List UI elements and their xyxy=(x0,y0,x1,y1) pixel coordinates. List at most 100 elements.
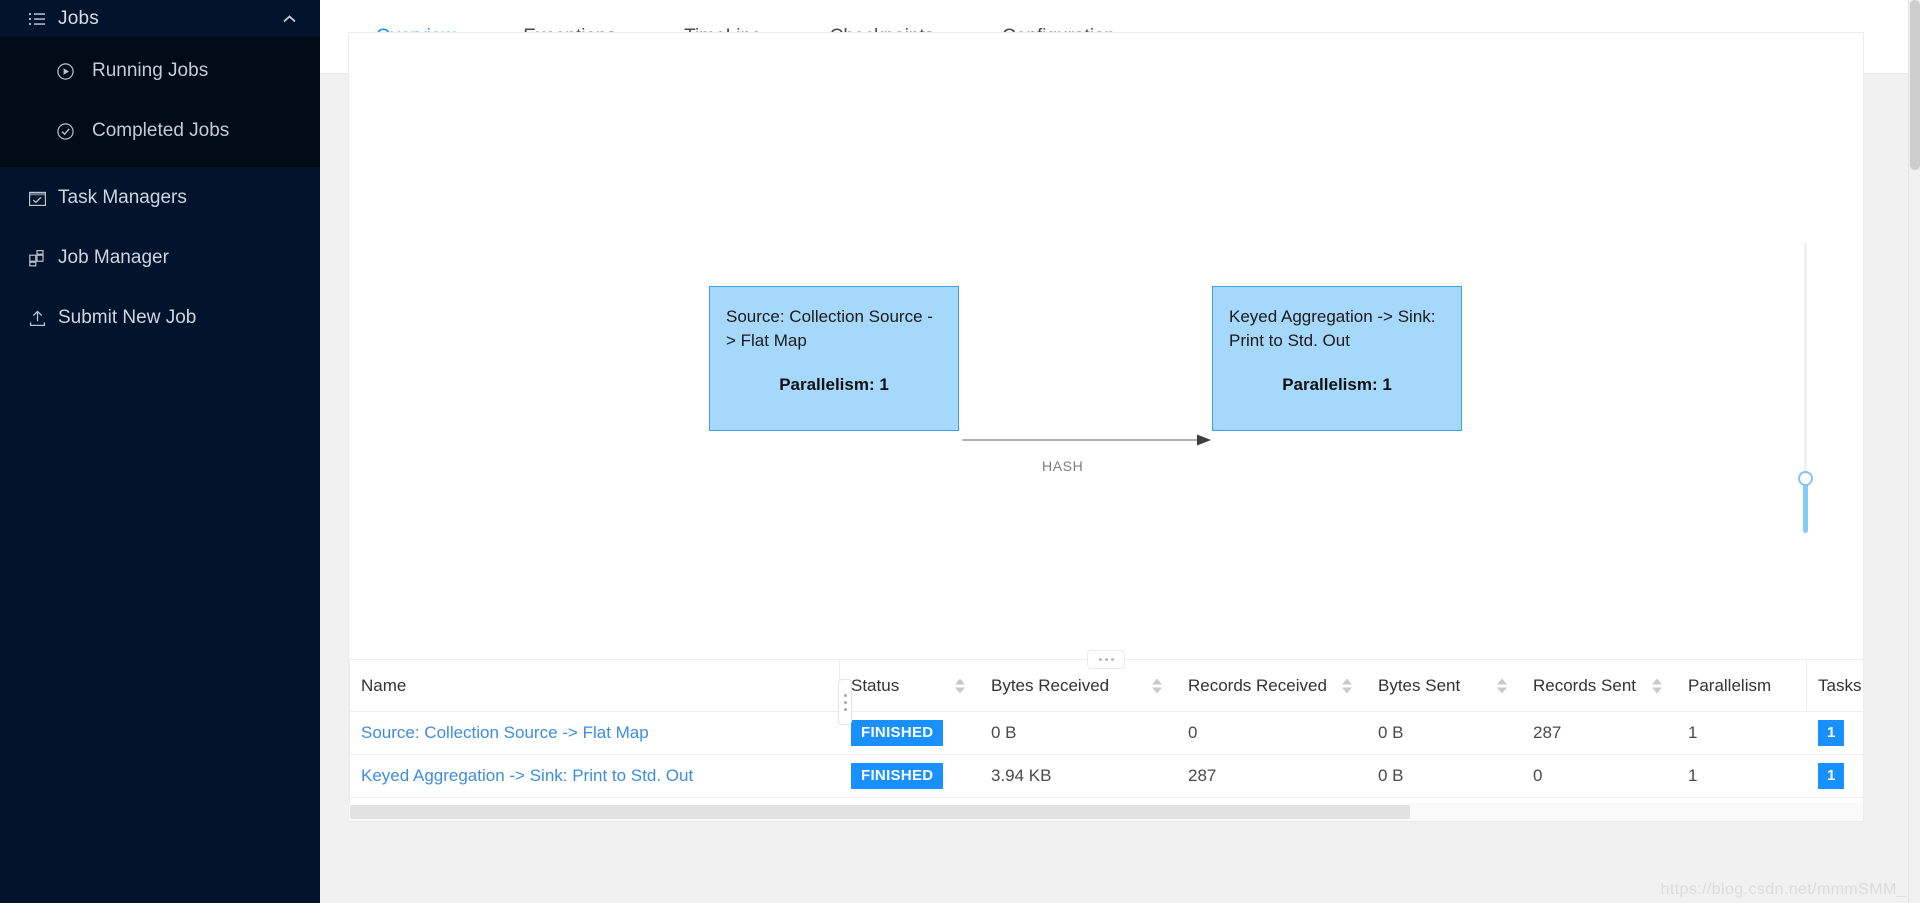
play-circle-icon xyxy=(56,62,92,81)
dot-icon xyxy=(843,693,847,697)
sidebar-item-label: Submit New Job xyxy=(58,307,197,328)
cell-name: Source: Collection Source -> Flat Map xyxy=(349,711,839,755)
overview-card: Source: Collection Source -> Flat Map Pa… xyxy=(348,32,1864,822)
column-header-bytes-sent[interactable]: Bytes Sent xyxy=(1366,659,1521,712)
grid-icon xyxy=(28,249,58,268)
column-header-records-received[interactable]: Records Received xyxy=(1176,659,1366,712)
edge-label-hash: HASH xyxy=(1042,458,1084,474)
cell-records-received: 287 xyxy=(1176,754,1366,798)
job-graph-node[interactable]: Keyed Aggregation -> Sink: Print to Std.… xyxy=(1212,286,1462,431)
main-content: Overview Exceptions TimeLine Checkpoints… xyxy=(320,0,1920,903)
status-badge: FINISHED xyxy=(851,763,944,789)
sort-toggle[interactable] xyxy=(1342,678,1352,693)
sort-toggle[interactable] xyxy=(1497,678,1507,693)
sidebar-item-running-jobs[interactable]: Running Jobs xyxy=(0,41,320,101)
sidebar-item-job-manager[interactable]: Job Manager xyxy=(0,228,320,288)
dot-icon xyxy=(843,700,847,704)
cell-bytes-received: 0 B xyxy=(979,711,1176,755)
table-row[interactable]: Keyed Aggregation -> Sink: Print to Std.… xyxy=(349,659,1863,821)
scrollbar-thumb[interactable] xyxy=(1910,0,1920,170)
caret-down-icon xyxy=(1497,687,1507,693)
column-label: Bytes Received xyxy=(991,675,1110,695)
upload-icon xyxy=(28,309,58,328)
column-divider xyxy=(1806,660,1807,711)
cell-tasks: 1 xyxy=(349,659,1863,821)
sidebar: Jobs Running Jobs Completed Jobs Task Ma… xyxy=(0,0,320,903)
cell-records-received: 0 xyxy=(1176,711,1366,755)
dot-icon xyxy=(1110,658,1114,661)
task-count-badge: 1 xyxy=(1818,763,1845,789)
status-badge: FINISHED xyxy=(851,720,944,746)
column-label: Bytes Sent xyxy=(1378,675,1461,695)
caret-down-icon xyxy=(955,687,965,693)
caret-up-icon xyxy=(1342,678,1352,684)
column-label: Status xyxy=(851,675,900,695)
sidebar-item-task-managers[interactable]: Task Managers xyxy=(0,168,320,228)
cell-records-sent: 0 xyxy=(1521,754,1676,798)
sidebar-item-label: Task Managers xyxy=(58,187,187,208)
column-label: Name xyxy=(361,675,407,695)
chevron-up-icon[interactable] xyxy=(280,14,298,24)
scrollbar-thumb[interactable] xyxy=(350,805,1410,819)
panel-resize-handle[interactable] xyxy=(1087,650,1125,669)
sort-toggle[interactable] xyxy=(1652,678,1662,693)
dot-icon xyxy=(1104,658,1108,661)
list-icon xyxy=(28,10,58,28)
cell-bytes-sent: 0 B xyxy=(1366,711,1521,755)
table-row[interactable]: Source: Collection Source -> Flat Map FI… xyxy=(349,659,1863,821)
vertices-table: Name Status Bytes Received Records Recei… xyxy=(349,659,1863,821)
slider-fill xyxy=(1803,481,1808,533)
job-graph-edges xyxy=(962,434,1211,446)
sidebar-item-label: Job Manager xyxy=(58,247,169,268)
caret-down-icon xyxy=(1652,687,1662,693)
cell-records-sent: 287 xyxy=(1521,711,1676,755)
watermark: https://blog.csdn.net/mmmSMM_ xyxy=(1660,881,1906,898)
column-header-status[interactable]: Status xyxy=(839,659,979,712)
cell-status: FINISHED xyxy=(349,659,979,821)
cell-bytes-received: 3.94 KB xyxy=(979,754,1176,798)
cell-parallelism: 1 xyxy=(1676,711,1806,755)
column-header-name[interactable]: Name xyxy=(349,659,839,712)
task-count-badge: 1 xyxy=(1818,720,1845,746)
table-horizontal-scrollbar[interactable] xyxy=(349,803,1863,821)
slider-knob[interactable] xyxy=(1798,471,1813,486)
sidebar-item-submit-new-job[interactable]: Submit New Job xyxy=(0,288,320,348)
job-graph-node[interactable]: Source: Collection Source -> Flat Map Pa… xyxy=(709,286,959,431)
sidebar-subnav: Running Jobs Completed Jobs xyxy=(0,37,320,167)
column-label: Tasks xyxy=(1818,675,1862,695)
sort-toggle[interactable] xyxy=(1152,678,1162,693)
page-scrollbar[interactable] xyxy=(1908,0,1920,903)
cell-status: FINISHED xyxy=(349,659,979,821)
column-label: Parallelism xyxy=(1688,675,1772,695)
flink-dashboard: Jobs Running Jobs Completed Jobs Task Ma… xyxy=(0,0,1920,903)
sidebar-group-jobs[interactable]: Jobs xyxy=(0,0,320,37)
cell-tasks: 1 xyxy=(349,659,1863,821)
caret-up-icon xyxy=(1652,678,1662,684)
node-title: Keyed Aggregation -> Sink: Print to Std.… xyxy=(1229,307,1436,351)
caret-up-icon xyxy=(1152,678,1162,684)
graph-zoom-slider[interactable] xyxy=(1797,243,1813,533)
node-parallelism: Parallelism: 1 xyxy=(1282,375,1392,395)
node-title: Source: Collection Source -> Flat Map xyxy=(726,307,933,351)
caret-down-icon xyxy=(1342,687,1352,693)
column-header-records-sent[interactable]: Records Sent xyxy=(1521,659,1676,712)
vertex-link[interactable]: Keyed Aggregation -> Sink: Print to Std.… xyxy=(361,766,693,785)
node-parallelism: Parallelism: 1 xyxy=(779,375,889,395)
column-resize-grip[interactable] xyxy=(838,679,852,725)
job-graph[interactable]: Source: Collection Source -> Flat Map Pa… xyxy=(349,33,1863,659)
cell-bytes-sent: 0 B xyxy=(1366,754,1521,798)
caret-up-icon xyxy=(1497,678,1507,684)
sidebar-item-label: Completed Jobs xyxy=(92,120,230,141)
column-header-tasks[interactable]: Tasks xyxy=(1806,659,1863,712)
sidebar-item-completed-jobs[interactable]: Completed Jobs xyxy=(0,101,320,161)
dot-icon xyxy=(1098,658,1102,661)
cell-parallelism: 1 xyxy=(1676,754,1806,798)
sort-toggle[interactable] xyxy=(955,678,965,693)
vertex-link[interactable]: Source: Collection Source -> Flat Map xyxy=(361,723,649,742)
column-header-bytes-received[interactable]: Bytes Received xyxy=(979,659,1176,712)
caret-down-icon xyxy=(1152,687,1162,693)
column-header-parallelism[interactable]: Parallelism xyxy=(1676,659,1806,712)
cell-name: Keyed Aggregation -> Sink: Print to Std.… xyxy=(349,754,839,798)
vertices-table-pane[interactable]: Name Status Bytes Received Records Recei… xyxy=(349,659,1863,821)
column-label: Records Sent xyxy=(1533,675,1636,695)
